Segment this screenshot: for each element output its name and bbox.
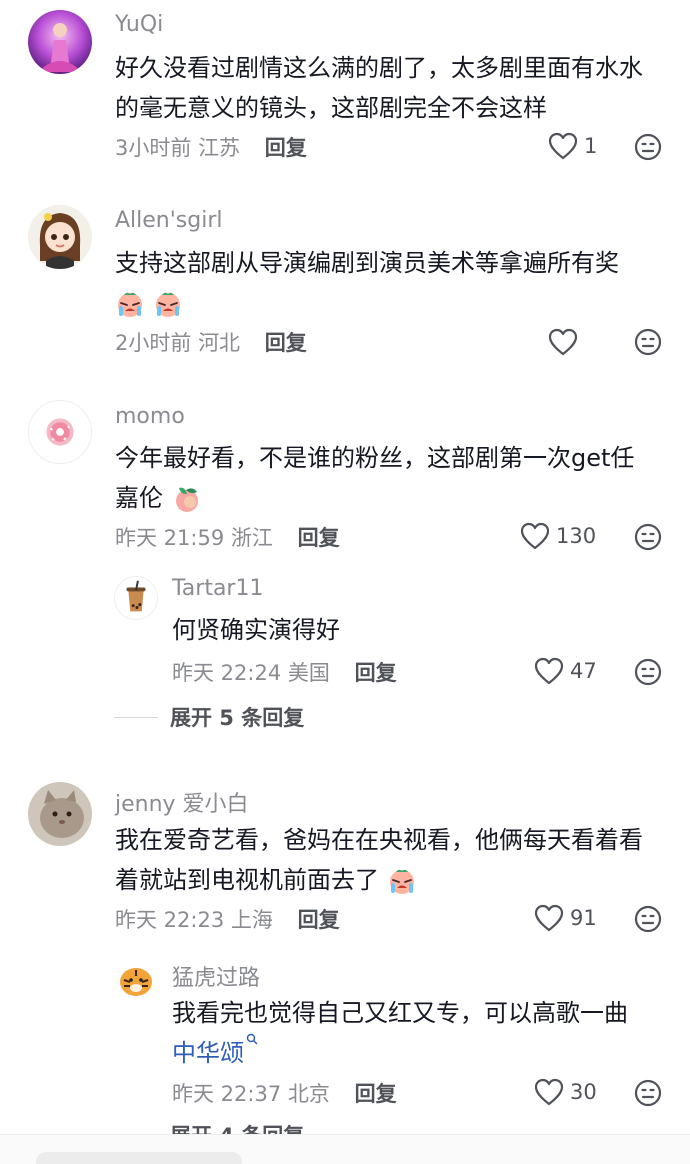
avatar[interactable] bbox=[28, 205, 92, 269]
heart-outline-icon bbox=[534, 904, 564, 932]
peach-emoji-icon bbox=[171, 484, 201, 514]
reply-button[interactable]: 回复 bbox=[298, 526, 340, 550]
comment-time: 3小时前 bbox=[115, 136, 192, 160]
username[interactable]: 猛虎过路 bbox=[172, 960, 260, 992]
divider bbox=[114, 716, 158, 718]
comment-text: 好久没看过剧情这么满的剧了，太多剧里面有水水的毫无意义的镜头，这部剧完全不会这样 bbox=[115, 54, 643, 122]
user-avatar-image bbox=[29, 401, 91, 463]
search-icon bbox=[246, 1033, 258, 1045]
comment-text: 支持这部剧从导演编剧到演员美术等拿遍所有奖 bbox=[115, 243, 655, 323]
search-link[interactable]: 中华颂 bbox=[172, 1033, 258, 1067]
comment-location: 河北 bbox=[198, 331, 241, 355]
meh-face-icon[interactable] bbox=[634, 133, 662, 161]
reply-location: 美国 bbox=[287, 661, 330, 685]
like-button[interactable] bbox=[548, 328, 584, 356]
reply-text: 我看完也觉得自己又红又专，可以高歌一曲 中华颂 bbox=[172, 993, 662, 1073]
user-avatar-image bbox=[28, 205, 92, 269]
heart-outline-icon bbox=[548, 132, 578, 160]
meh-face-icon[interactable] bbox=[634, 1079, 662, 1107]
heart-outline-icon bbox=[548, 328, 578, 356]
reply-button[interactable]: 回复 bbox=[355, 1082, 397, 1106]
reply-button[interactable]: 回复 bbox=[265, 331, 307, 355]
username[interactable]: jenny 爱小白 bbox=[115, 786, 249, 818]
avatar[interactable] bbox=[28, 782, 92, 846]
heart-outline-icon bbox=[534, 1078, 564, 1106]
like-button[interactable]: 91 bbox=[534, 904, 597, 932]
reply-meta: 昨天 22:24 美国 回复 bbox=[172, 657, 397, 687]
avatar[interactable] bbox=[28, 10, 92, 74]
like-count: 30 bbox=[570, 1080, 597, 1104]
crying-emoji-icon bbox=[387, 866, 417, 896]
like-button[interactable]: 1 bbox=[548, 132, 597, 160]
expand-replies-button[interactable]: 展开 5 条回复 bbox=[114, 702, 304, 732]
heart-outline-icon bbox=[520, 522, 550, 550]
avatar[interactable] bbox=[28, 400, 92, 464]
comment-meta: 3小时前 江苏 回复 bbox=[115, 132, 307, 162]
like-button[interactable]: 130 bbox=[520, 522, 596, 550]
crying-emoji-icon bbox=[153, 289, 183, 319]
user-avatar-image bbox=[115, 577, 157, 619]
comment-location: 江苏 bbox=[198, 136, 241, 160]
search-link-label: 中华颂 bbox=[172, 1039, 244, 1067]
comment-body: 我在爱奇艺看，爸妈在在央视看，他俩每天看着看着就站到电视机前面去了 bbox=[115, 826, 643, 894]
comment-text: 今年最好看，不是谁的粉丝，这部剧第一次get任嘉伦 bbox=[115, 438, 655, 518]
like-button[interactable]: 47 bbox=[534, 657, 597, 685]
user-avatar-image bbox=[28, 10, 92, 74]
reply-body: 我看完也觉得自己又红又专，可以高歌一曲 bbox=[172, 999, 628, 1027]
meh-face-icon[interactable] bbox=[634, 658, 662, 686]
reply-button[interactable]: 回复 bbox=[265, 136, 307, 160]
username[interactable]: Allen'sgirl bbox=[115, 208, 223, 233]
comment-meta: 昨天 22:23 上海 回复 bbox=[115, 904, 340, 934]
user-avatar-image bbox=[28, 782, 92, 846]
heart-outline-icon bbox=[534, 657, 564, 685]
comment-time: 2小时前 bbox=[115, 331, 192, 355]
username[interactable]: momo bbox=[115, 404, 185, 429]
like-count: 130 bbox=[556, 524, 597, 548]
reply-time: 昨天 22:24 bbox=[172, 661, 282, 685]
crying-emoji-icon bbox=[115, 289, 145, 319]
comment-meta: 昨天 21:59 浙江 回复 bbox=[115, 522, 340, 552]
like-count: 1 bbox=[584, 134, 598, 158]
like-count: 47 bbox=[570, 659, 597, 683]
reply-location: 北京 bbox=[287, 1082, 330, 1106]
comment-body: 支持这部剧从导演编剧到演员美术等拿遍所有奖 bbox=[115, 249, 619, 277]
avatar[interactable] bbox=[114, 576, 158, 620]
expand-replies-label: 展开 5 条回复 bbox=[170, 706, 305, 730]
comment-input[interactable] bbox=[36, 1152, 242, 1164]
meh-face-icon[interactable] bbox=[634, 523, 662, 551]
avatar[interactable] bbox=[114, 958, 158, 1002]
like-count: 91 bbox=[570, 906, 597, 930]
reply-button[interactable]: 回复 bbox=[298, 908, 340, 932]
reply-time: 昨天 22:37 bbox=[172, 1082, 282, 1106]
username[interactable]: Tartar11 bbox=[172, 576, 263, 601]
username[interactable]: YuQi bbox=[115, 12, 163, 37]
like-button[interactable]: 30 bbox=[534, 1078, 597, 1106]
user-avatar-image bbox=[114, 958, 158, 1002]
meh-face-icon[interactable] bbox=[634, 905, 662, 933]
comment-meta: 2小时前 河北 回复 bbox=[115, 327, 307, 357]
comment-location: 浙江 bbox=[230, 526, 273, 550]
comment-text: 我在爱奇艺看，爸妈在在央视看，他俩每天看着看着就站到电视机前面去了 bbox=[115, 820, 655, 900]
reply-meta: 昨天 22:37 北京 回复 bbox=[172, 1078, 397, 1108]
comment-location: 上海 bbox=[230, 908, 273, 932]
reply-button[interactable]: 回复 bbox=[355, 661, 397, 685]
meh-face-icon[interactable] bbox=[634, 328, 662, 356]
reply-text: 何贤确实演得好 bbox=[172, 616, 340, 644]
comment-time: 昨天 21:59 bbox=[115, 526, 225, 550]
comment-time: 昨天 22:23 bbox=[115, 908, 225, 932]
